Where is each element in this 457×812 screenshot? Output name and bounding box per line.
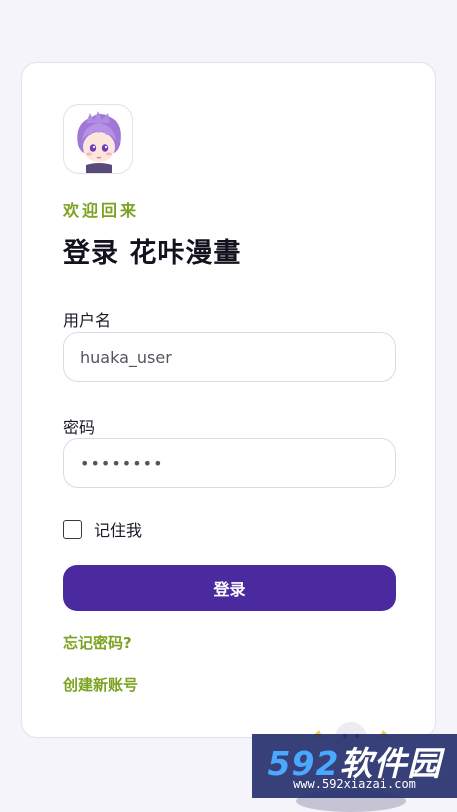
username-label: 用户名 (63, 311, 112, 330)
remember-label: 记住我 (94, 521, 143, 540)
watermark-url: www.592xiazai.com (293, 777, 416, 791)
login-card: 欢迎回来 登录 花咔漫畫 用户名 密码 记住我 登录 忘记密码? 创建新账号 (21, 62, 436, 738)
password-label: 密码 (63, 418, 96, 437)
create-account-link[interactable]: 创建新账号 (63, 674, 138, 695)
remember-me[interactable]: 记住我 (63, 517, 142, 541)
login-page: 欢迎回来 登录 花咔漫畫 用户名 密码 记住我 登录 忘记密码? 创建新账号 5… (0, 0, 457, 812)
app-avatar (63, 104, 133, 174)
forgot-password-link[interactable]: 忘记密码? (63, 632, 132, 653)
avatar-icon (77, 111, 121, 173)
remember-checkbox[interactable] (63, 519, 82, 539)
welcome-text: 欢迎回来 (63, 201, 140, 220)
watermark-logo: 592软件园 www.592xiazai.com (252, 734, 457, 798)
username-field[interactable] (63, 332, 396, 382)
password-field[interactable] (63, 438, 396, 488)
login-button[interactable]: 登录 (63, 565, 396, 611)
page-title: 登录 花咔漫畫 (63, 238, 242, 269)
